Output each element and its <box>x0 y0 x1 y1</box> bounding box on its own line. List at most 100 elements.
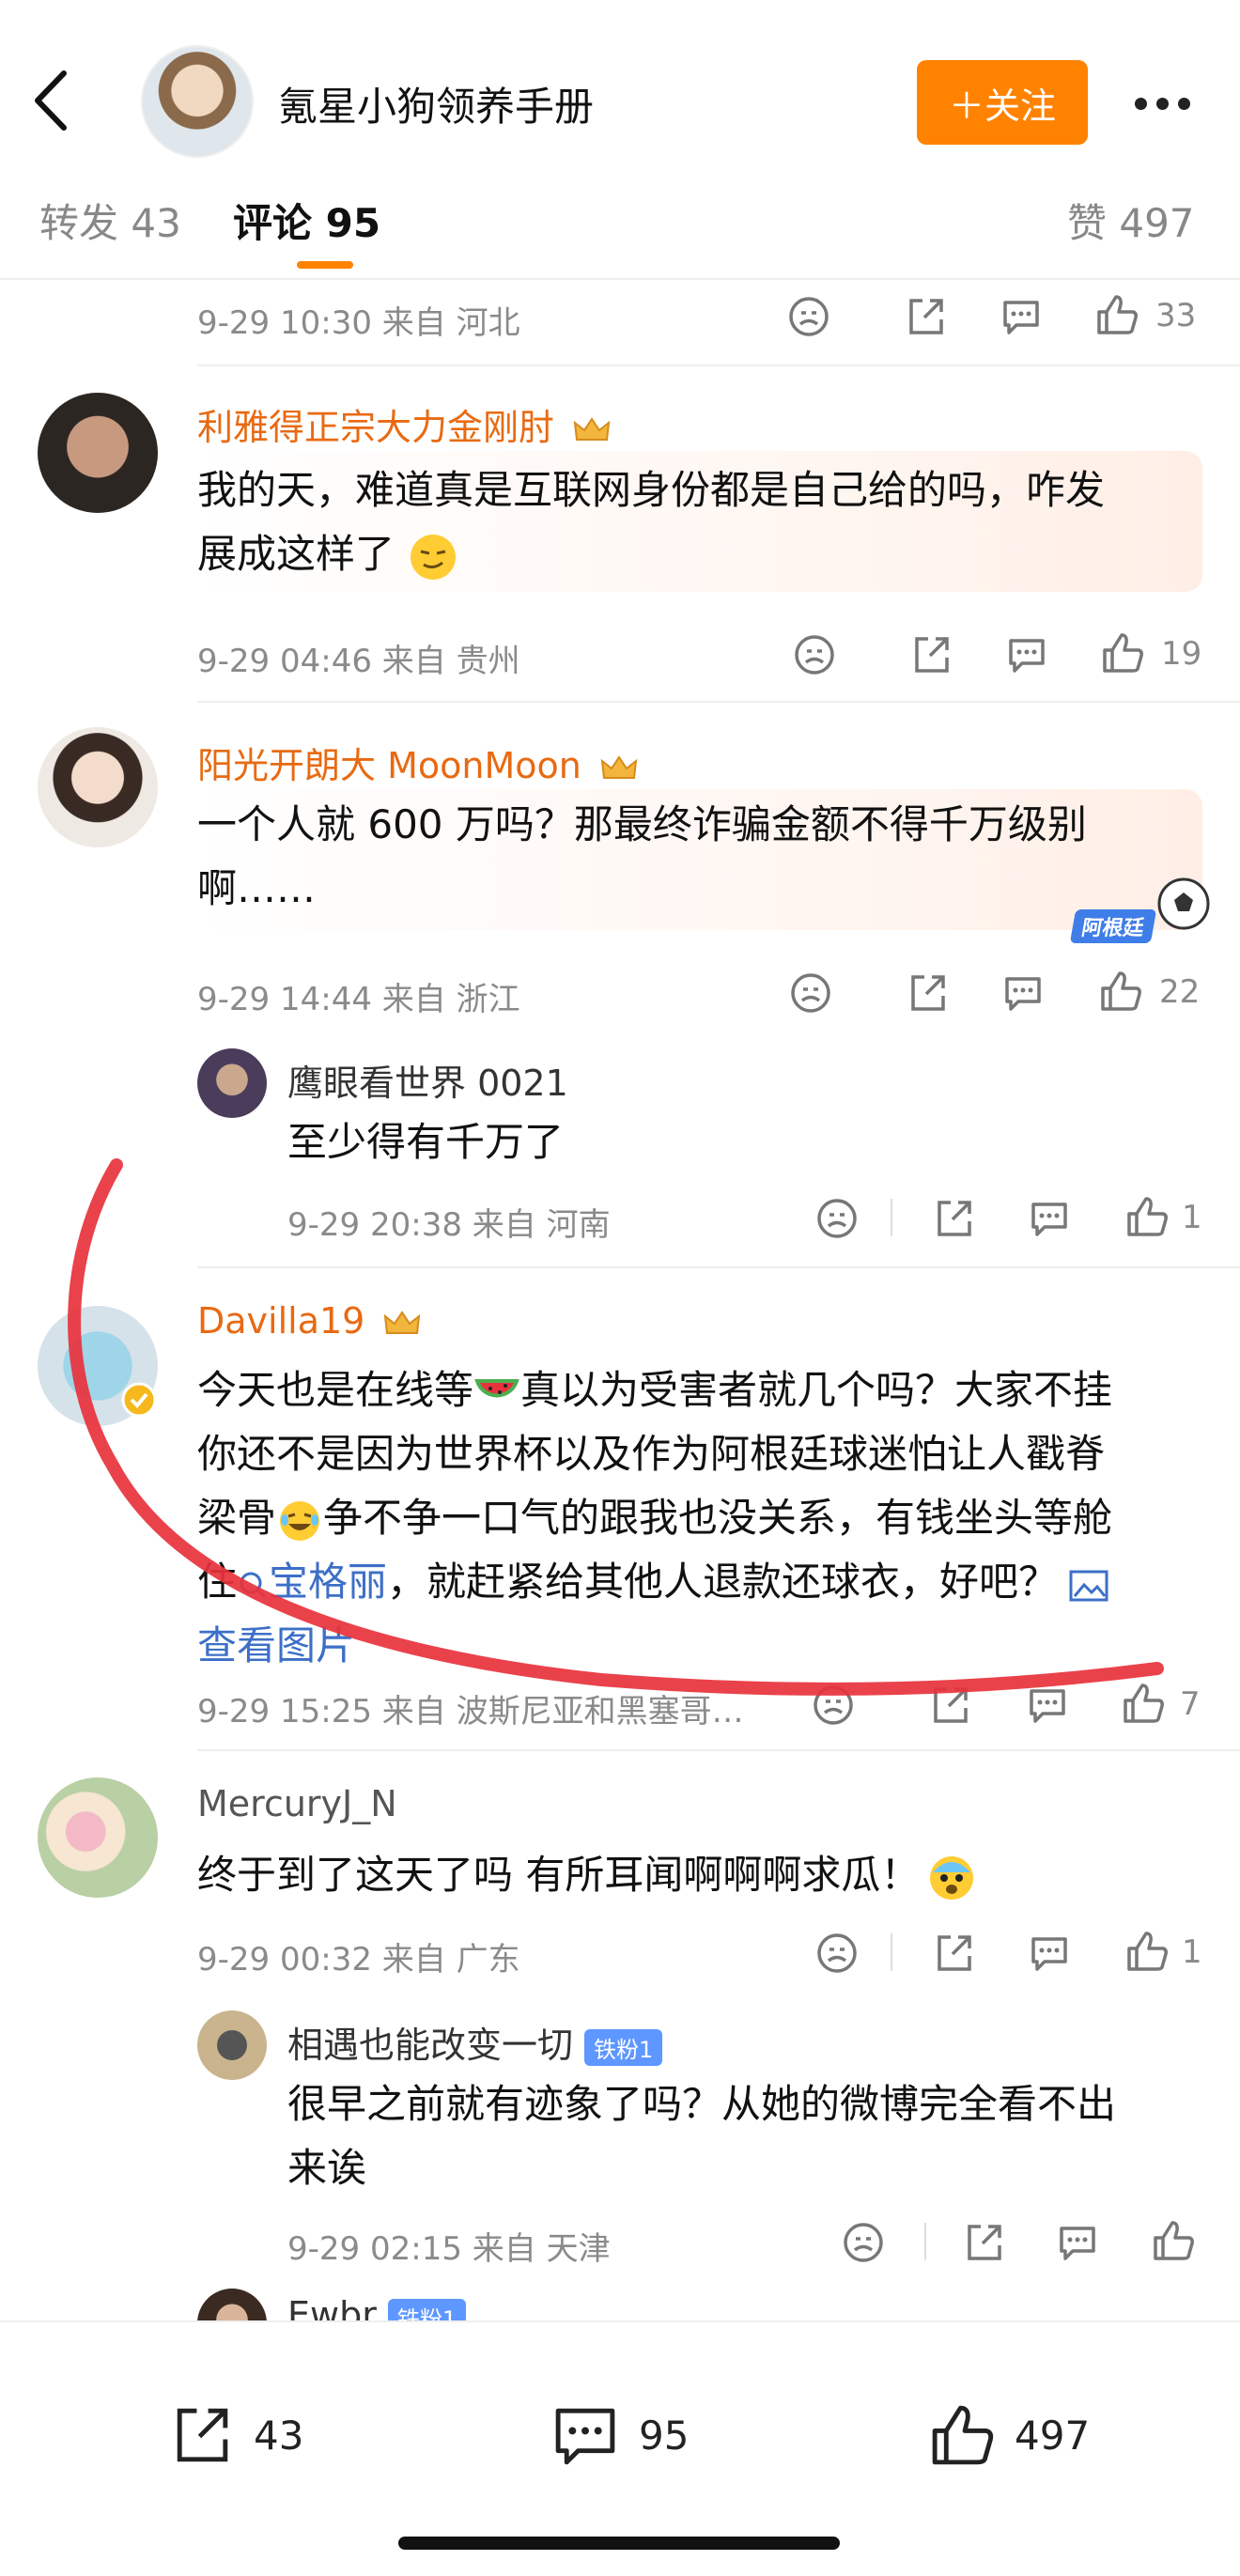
reply-text: 至少得有千万了 <box>287 1119 565 1165</box>
repost-button[interactable]: 43 <box>165 2399 303 2471</box>
image-icon[interactable] <box>1067 1566 1110 1604</box>
repost-count: 43 <box>254 2412 304 2459</box>
verified-icon <box>121 1382 157 1418</box>
tab-comment[interactable]: 评论 95 <box>233 192 380 249</box>
comment-meta: 9-29 10:30 来自 河北 <box>197 304 520 342</box>
comment-icon[interactable] <box>1000 970 1046 1016</box>
reply-line: 来诶 <box>287 2145 367 2191</box>
view-image-link[interactable]: 查看图片 <box>197 1614 1193 1678</box>
comment-text: 一个人就 600 万吗？那最终诈骗金额不得千万级别 啊…… <box>197 793 1193 921</box>
reply-meta: 9-29 20:38 来自 河南 <box>287 1206 611 1244</box>
dislike-face-icon[interactable] <box>785 293 832 340</box>
like-thumb-icon[interactable] <box>1120 1680 1167 1727</box>
dislike-face-icon[interactable] <box>791 631 838 678</box>
dislike-face-icon[interactable] <box>840 2219 887 2266</box>
like-thumb-icon[interactable] <box>1150 2217 1197 2264</box>
like-button[interactable]: 497 <box>926 2399 1090 2471</box>
comment-line-text: 真以为受害者就几个吗？大家不挂 <box>520 1367 1113 1413</box>
username-text: Davilla19 <box>197 1300 365 1342</box>
tab-like[interactable]: 赞 497 <box>1067 192 1195 249</box>
like-thumb-icon[interactable] <box>1093 291 1140 338</box>
like-count: 1 <box>1182 1933 1202 1971</box>
comment-count: 95 <box>639 2412 690 2459</box>
share-icon[interactable] <box>930 1195 977 1242</box>
separator <box>891 1199 892 1236</box>
blogger-name[interactable]: 氪星小狗领养手册 <box>278 75 594 132</box>
username-text: 相遇也能改变一切 <box>287 2025 574 2066</box>
comment-line: 梁骨 争不争一口气的跟我也没关系，有钱坐头等舱 <box>197 1486 1193 1550</box>
like-count: 22 <box>1159 973 1201 1011</box>
reply-meta: 9-29 02:15 来自 天津 <box>287 2230 611 2268</box>
follow-button[interactable]: ＋关注 <box>917 60 1088 145</box>
reply-text: 很早之前就有迹象了吗？从她的微博完全看不出 来诶 <box>287 2072 1189 2200</box>
like-thumb-icon[interactable] <box>1124 1928 1170 1975</box>
more-dots-icon[interactable] <box>1135 85 1201 122</box>
sticker-badge: 阿根廷 <box>1069 909 1157 943</box>
comment-username[interactable]: Davilla19 <box>197 1300 421 1342</box>
comment-text: 我的天，难道真是互联网身份都是自己给的吗，咋发 展成这样了 <box>197 458 1193 586</box>
comment-icon[interactable] <box>1003 631 1050 678</box>
share-icon[interactable] <box>930 1930 977 1977</box>
divider <box>197 701 1240 703</box>
comment-icon[interactable] <box>1026 1195 1073 1242</box>
avatar[interactable] <box>38 1777 158 1898</box>
share-icon[interactable] <box>904 970 951 1016</box>
reply-username[interactable]: 鹰眼看世界 0021 <box>287 1054 568 1106</box>
dislike-face-icon[interactable] <box>787 970 834 1016</box>
comment-line: 我的天，难道真是互联网身份都是自己给的吗，咋发 <box>197 467 1106 513</box>
dislike-face-icon[interactable] <box>810 1682 857 1729</box>
share-icon[interactable] <box>907 631 954 678</box>
like-count: 1 <box>1182 1199 1202 1236</box>
dislike-face-icon[interactable] <box>814 1930 860 1977</box>
comment-username[interactable]: MercuryJ_N <box>197 1783 397 1824</box>
like-thumb-icon[interactable] <box>1124 1193 1170 1240</box>
share-icon[interactable] <box>902 293 949 340</box>
avatar[interactable] <box>38 727 158 847</box>
comment-username[interactable]: 利雅得正宗大力金刚肘 <box>197 398 611 450</box>
back-arrow-icon[interactable] <box>28 68 75 133</box>
comment-line-text: 今天也是在线等 <box>197 1367 474 1413</box>
top-bar: 氪星小狗领养手册 ＋关注 <box>0 0 1240 167</box>
comment-line-text: 终于到了这天了吗 有所耳闻啊啊啊求瓜！ <box>197 1852 921 1898</box>
comment-line-text: 梁骨 <box>197 1495 277 1541</box>
comment-line-text: 住 <box>197 1559 238 1605</box>
comment-button[interactable]: 95 <box>549 2399 689 2471</box>
comment-icon[interactable] <box>1054 2219 1101 2266</box>
avatar[interactable] <box>197 2010 267 2080</box>
blogger-avatar[interactable] <box>141 45 254 158</box>
like-count: 33 <box>1155 297 1197 334</box>
fan-badge: 铁粉1 <box>584 2029 663 2066</box>
like-count: 19 <box>1161 635 1202 673</box>
comment-icon[interactable] <box>998 293 1045 340</box>
comment-line: 你还不是因为世界杯以及作为阿根廷球迷怕让人戳脊 <box>197 1431 1106 1477</box>
comment-line-text: ，就赶紧给其他人退款还球衣，好吧？ <box>387 1559 1059 1605</box>
avatar[interactable] <box>38 393 158 513</box>
comment-icon[interactable] <box>1024 1682 1071 1729</box>
dislike-face-icon[interactable] <box>814 1195 860 1242</box>
like-thumb-icon[interactable] <box>1099 629 1146 676</box>
comment-text: 今天也是在线等 真以为受害者就几个吗？大家不挂 你还不是因为世界杯以及作为阿根廷球… <box>197 1358 1193 1678</box>
avatar[interactable] <box>197 1048 267 1118</box>
topic-link[interactable]: 宝格丽 <box>269 1559 387 1605</box>
reply-line: 很早之前就有迹象了吗？从她的微博完全看不出 <box>287 2081 1117 2127</box>
comment-meta: 9-29 00:32 来自 广东 <box>197 1941 520 1979</box>
reply-username[interactable]: 相遇也能改变一切 铁粉1 <box>287 2016 663 2068</box>
share-icon[interactable] <box>960 2219 1007 2266</box>
divider <box>197 1266 1240 1268</box>
smug-face-emoji-icon <box>411 534 457 580</box>
tab-repost[interactable]: 转发 43 <box>39 192 181 249</box>
comment-line-text: 展成这样了 <box>197 531 395 577</box>
share-icon[interactable] <box>926 1682 973 1729</box>
comment-line: 今天也是在线等 真以为受害者就几个吗？大家不挂 <box>197 1358 1193 1422</box>
search-icon <box>240 1572 267 1598</box>
comment-icon <box>555 2408 615 2465</box>
like-thumb-icon[interactable] <box>1097 968 1144 1015</box>
comment-username[interactable]: 阳光开朗大 MoonMoon <box>197 737 638 788</box>
comment-line: 展成这样了 <box>197 522 1193 586</box>
comment-icon[interactable] <box>1026 1930 1073 1977</box>
scared-emoji-icon <box>930 1855 974 1900</box>
comment-meta: 9-29 04:46 来自 贵州 <box>197 643 520 680</box>
crown-icon <box>600 754 638 779</box>
comment-line-text: 争不争一口气的跟我也没关系，有钱坐头等舱 <box>323 1495 1113 1541</box>
like-count: 497 <box>1015 2412 1091 2459</box>
